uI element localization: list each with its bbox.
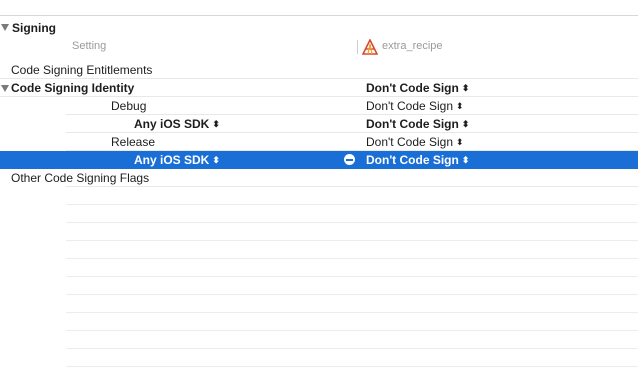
sdk-popup[interactable]: Any iOS SDK ⬍ xyxy=(134,151,220,169)
updown-chevron-icon: ⬍ xyxy=(456,101,464,111)
updown-chevron-icon: ⬍ xyxy=(456,137,464,147)
release-sdk-value-popup[interactable]: Don't Code Sign ⬍ xyxy=(366,151,469,169)
column-divider xyxy=(357,40,358,54)
setting-label: Other Code Signing Flags xyxy=(11,171,150,185)
setting-label: Code Signing Entitlements xyxy=(11,63,153,77)
row-debug-any-ios-sdk[interactable]: Any iOS SDK ⬍ Don't Code Sign ⬍ xyxy=(0,115,638,133)
sdk-label: Any iOS SDK xyxy=(134,117,210,131)
updown-chevron-icon: ⬍ xyxy=(461,155,470,165)
minus-circle-icon[interactable] xyxy=(344,154,355,165)
row-release[interactable]: Release Don't Code Sign ⬍ xyxy=(0,133,638,151)
value-text: Don't Code Sign xyxy=(366,81,459,95)
updown-chevron-icon: ⬍ xyxy=(212,155,220,165)
row-debug[interactable]: Debug Don't Code Sign ⬍ xyxy=(0,97,638,115)
value-text: Don't Code Sign xyxy=(366,135,454,149)
empty-row-divider xyxy=(66,276,638,277)
target-column-header[interactable]: extra_recipe xyxy=(382,40,443,56)
empty-row-divider xyxy=(66,294,638,295)
row-code-signing-identity[interactable]: Code Signing Identity Don't Code Sign ⬍ xyxy=(0,79,638,97)
empty-row-divider xyxy=(66,312,638,313)
section-title: Signing xyxy=(12,21,56,35)
row-code-signing-entitlements[interactable]: Code Signing Entitlements xyxy=(0,61,638,79)
updown-chevron-icon: ⬍ xyxy=(461,83,470,93)
identity-value-popup[interactable]: Don't Code Sign ⬍ xyxy=(366,79,469,97)
disclosure-triangle-icon[interactable] xyxy=(1,24,9,31)
sdk-popup[interactable]: Any iOS SDK ⬍ xyxy=(134,115,220,133)
configuration-label: Release xyxy=(111,135,156,149)
disclosure-triangle-icon[interactable] xyxy=(1,85,9,92)
value-text: Don't Code Sign xyxy=(366,117,459,131)
value-text: Don't Code Sign xyxy=(366,99,454,113)
setting-label: Code Signing Identity xyxy=(11,81,135,95)
row-other-code-signing-flags[interactable]: Other Code Signing Flags xyxy=(0,169,638,187)
signing-section-header[interactable]: Signing xyxy=(0,19,638,37)
value-text: Don't Code Sign xyxy=(366,153,459,167)
empty-row-divider xyxy=(66,222,638,223)
configuration-label: Debug xyxy=(111,99,147,113)
empty-row-divider xyxy=(66,348,638,349)
updown-chevron-icon: ⬍ xyxy=(461,119,470,129)
debug-value-popup[interactable]: Don't Code Sign ⬍ xyxy=(366,97,464,115)
empty-row-divider xyxy=(66,258,638,259)
empty-row-divider xyxy=(66,204,638,205)
debug-sdk-value-popup[interactable]: Don't Code Sign ⬍ xyxy=(366,115,469,133)
setting-column-header[interactable]: Setting xyxy=(72,40,106,56)
updown-chevron-icon: ⬍ xyxy=(212,119,220,129)
row-release-any-ios-sdk[interactable]: Any iOS SDK ⬍ Don't Code Sign ⬍ xyxy=(0,151,638,169)
sdk-label: Any iOS SDK xyxy=(134,153,210,167)
top-divider xyxy=(0,15,638,16)
empty-row-divider xyxy=(66,240,638,241)
empty-row-divider xyxy=(66,366,638,367)
xcode-target-icon xyxy=(362,39,378,55)
empty-row-divider xyxy=(66,330,638,331)
release-value-popup[interactable]: Don't Code Sign ⬍ xyxy=(366,133,464,151)
